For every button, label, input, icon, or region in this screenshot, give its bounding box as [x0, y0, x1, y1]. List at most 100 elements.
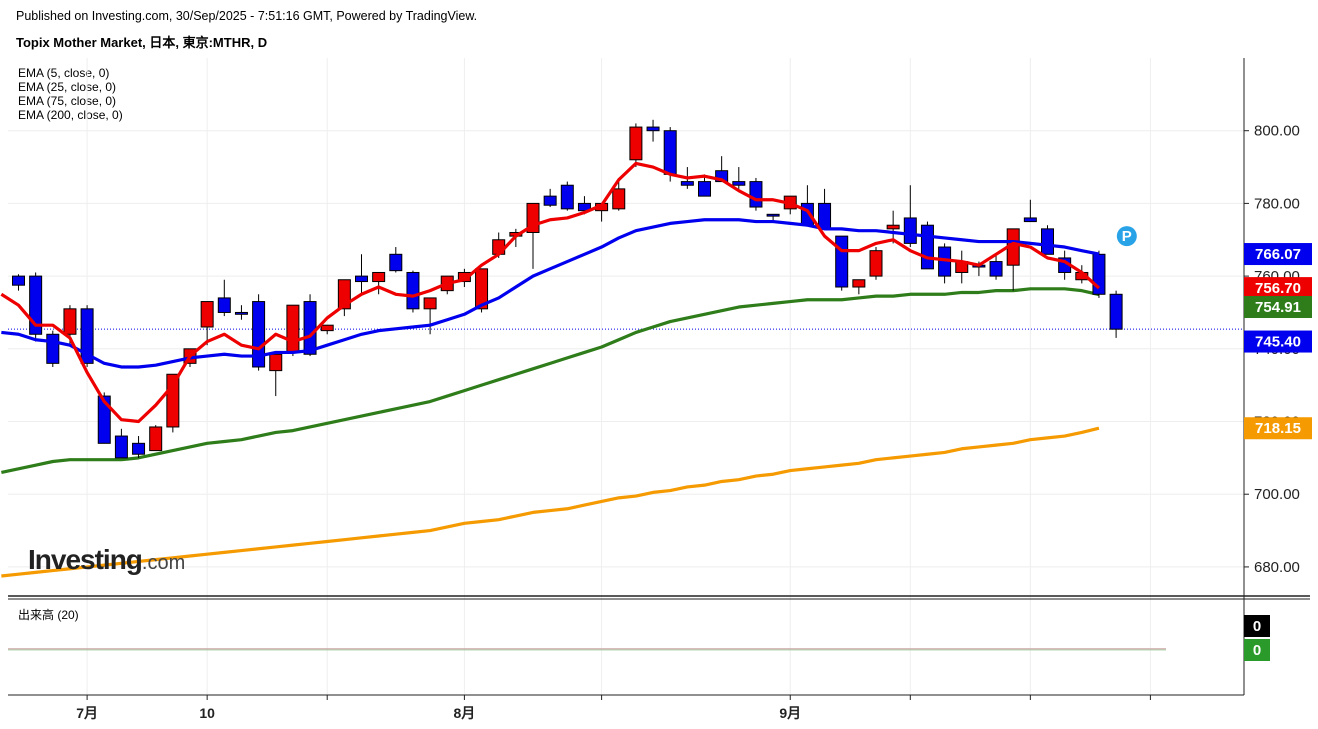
candle-body [423, 297, 437, 310]
y-tick-label-6: 800.00 [1254, 123, 1300, 140]
ema25-price-tag-text: 766.07 [1255, 246, 1301, 263]
candle-body [63, 308, 77, 335]
candle-body [217, 297, 231, 313]
candle-body [114, 435, 128, 459]
candle[interactable] [938, 243, 952, 284]
candle[interactable] [372, 271, 386, 295]
candle[interactable] [1109, 290, 1123, 338]
candle-body [234, 311, 248, 315]
candle[interactable] [132, 436, 146, 458]
candle-body [989, 261, 1003, 277]
x-tick-label-1: 10 [199, 705, 215, 721]
candle-body [12, 275, 25, 286]
candle[interactable] [12, 274, 25, 291]
candle-body [749, 181, 763, 208]
candle[interactable] [406, 270, 420, 313]
candle[interactable] [303, 294, 317, 357]
candle-body [406, 271, 420, 310]
candle[interactable] [1092, 250, 1106, 298]
candle[interactable] [46, 330, 60, 367]
candle[interactable] [269, 352, 283, 397]
candle[interactable] [1041, 225, 1054, 255]
candle[interactable] [217, 279, 231, 317]
candle[interactable] [920, 221, 934, 270]
x-tick-label-2: 8月 [454, 705, 476, 721]
candle-body [732, 181, 746, 186]
candle-body [903, 217, 917, 244]
candle[interactable] [612, 177, 626, 211]
candle-body [200, 301, 214, 328]
candle[interactable] [629, 123, 643, 168]
candle-body [46, 333, 60, 364]
price-chart[interactable]: 680.00700.00720.00740.00760.00780.00800.… [0, 0, 1318, 729]
candle[interactable] [646, 119, 660, 142]
candle[interactable] [749, 177, 763, 211]
candle[interactable] [389, 247, 403, 273]
candle[interactable] [818, 188, 832, 230]
candle[interactable] [869, 247, 883, 280]
candle[interactable] [234, 305, 248, 320]
candle-body [355, 275, 368, 283]
y-tick-label-0: 680.00 [1254, 559, 1300, 576]
candle[interactable] [286, 304, 300, 357]
volume-title: 出来高 (20) [18, 608, 79, 622]
candle-body [1109, 293, 1123, 330]
candle-body [1092, 253, 1106, 295]
candle-body [389, 253, 403, 272]
candle[interactable] [543, 188, 557, 208]
candle-body [852, 279, 866, 288]
candle[interactable] [355, 254, 368, 295]
x-tick-label-0: 7月 [76, 705, 98, 721]
volume-tag-green-text: 0 [1253, 642, 1261, 659]
ema5-price-tag-text: 756.70 [1255, 280, 1301, 297]
ema75-line [1, 287, 1100, 474]
candle-body [320, 324, 334, 332]
candle-body [663, 130, 677, 175]
candle[interactable] [320, 324, 334, 335]
candle-body [149, 426, 163, 452]
candle-body [560, 184, 574, 210]
volume-tag-black-text: 0 [1253, 618, 1261, 635]
y-tick-label-1: 700.00 [1254, 486, 1300, 503]
candle-body [869, 250, 883, 277]
candle[interactable] [252, 294, 266, 371]
candle[interactable] [732, 167, 746, 189]
x-tick-label-3: 9月 [779, 705, 801, 721]
candle[interactable] [29, 272, 43, 342]
candle[interactable] [1006, 228, 1020, 291]
candle-body [1041, 228, 1054, 255]
ema75-price-tag-text: 754.91 [1255, 299, 1301, 316]
candle[interactable] [955, 250, 969, 284]
candle-body [612, 188, 626, 210]
candle-body [835, 235, 849, 288]
candle[interactable] [149, 425, 163, 452]
y-tick-label-5: 780.00 [1254, 195, 1300, 212]
candle-body [269, 353, 283, 372]
candle-body [680, 181, 694, 186]
candle[interactable] [903, 185, 917, 248]
candle-body [1023, 217, 1037, 223]
candle[interactable] [852, 279, 866, 295]
candle-body [629, 126, 643, 161]
candle-body [766, 213, 780, 217]
last-price-tag-text: 745.40 [1255, 334, 1301, 351]
candle-body [286, 304, 300, 353]
ema200-price-tag-text: 718.15 [1255, 420, 1301, 437]
candle[interactable] [560, 181, 574, 211]
p-marker-label: P [1122, 228, 1132, 245]
candle-body [646, 126, 660, 132]
candle-body [372, 271, 386, 283]
candle[interactable] [337, 279, 351, 317]
candle[interactable] [114, 428, 128, 459]
candle-body [303, 301, 317, 355]
candle-body [920, 224, 934, 270]
candle-body [818, 202, 832, 230]
candle-body [886, 224, 900, 230]
candles [12, 119, 1123, 459]
investing-logo: Investing.com [28, 544, 186, 575]
candle[interactable] [835, 235, 849, 291]
candle-body [543, 195, 557, 206]
candle-body [698, 181, 711, 197]
candle[interactable] [526, 202, 540, 269]
candle-body [132, 442, 146, 455]
